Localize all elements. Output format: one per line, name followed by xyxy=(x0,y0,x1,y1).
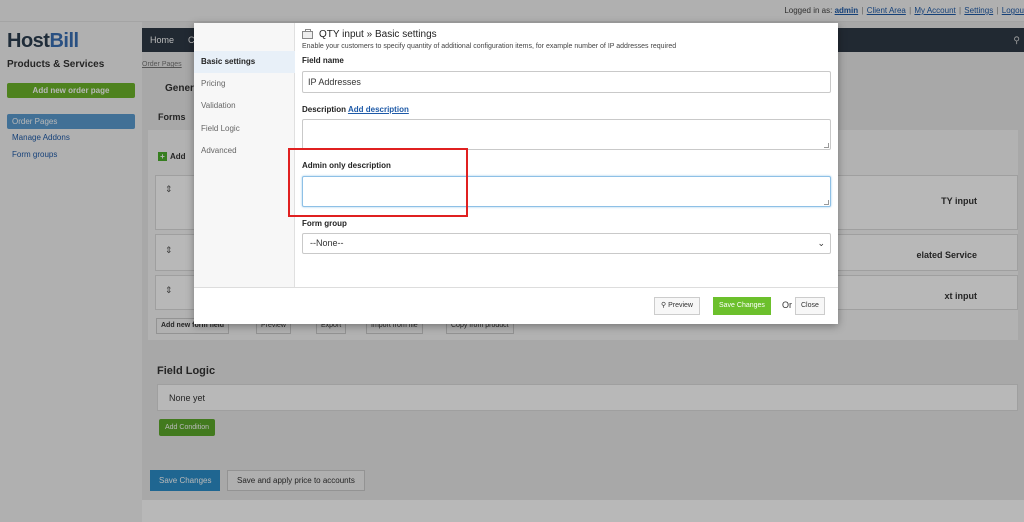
close-button[interactable]: Close xyxy=(795,297,825,315)
add-description-link[interactable]: Add description xyxy=(348,105,409,114)
tab-validation[interactable]: Validation xyxy=(194,95,295,117)
tab-field-logic[interactable]: Field Logic xyxy=(194,118,295,140)
form-group-select[interactable]: --None-- ⌄ xyxy=(302,233,831,254)
preview-button[interactable]: ⚲ Preview xyxy=(654,297,700,315)
tab-pricing[interactable]: Pricing xyxy=(194,73,295,95)
modal-title: QTY input » Basic settings xyxy=(319,29,437,40)
or-text: Or xyxy=(782,300,792,310)
chevron-down-icon: ⌄ xyxy=(817,238,825,248)
tab-advanced[interactable]: Advanced xyxy=(194,140,295,162)
field-name-label: Field name xyxy=(302,56,344,65)
resize-grip-icon[interactable] xyxy=(824,143,829,148)
basic-settings-modal: Basic settings Pricing Validation Field … xyxy=(194,23,838,324)
field-name-input[interactable]: IP Addresses xyxy=(302,71,831,93)
form-group-label: Form group xyxy=(302,219,347,228)
modal-subtitle: Enable your customers to specify quantit… xyxy=(302,43,677,50)
description-textarea[interactable] xyxy=(302,119,831,150)
description-label: Description Add description xyxy=(302,105,409,114)
resize-grip-icon[interactable] xyxy=(824,200,829,205)
folder-icon xyxy=(302,29,313,39)
save-changes-button[interactable]: Save Changes xyxy=(713,297,771,315)
modal-footer: ⚲ Preview Save Changes Or Close xyxy=(194,287,838,324)
highlight-box xyxy=(288,148,468,217)
modal-tabs: Basic settings Pricing Validation Field … xyxy=(194,23,295,287)
tab-basic-settings[interactable]: Basic settings xyxy=(194,51,295,73)
